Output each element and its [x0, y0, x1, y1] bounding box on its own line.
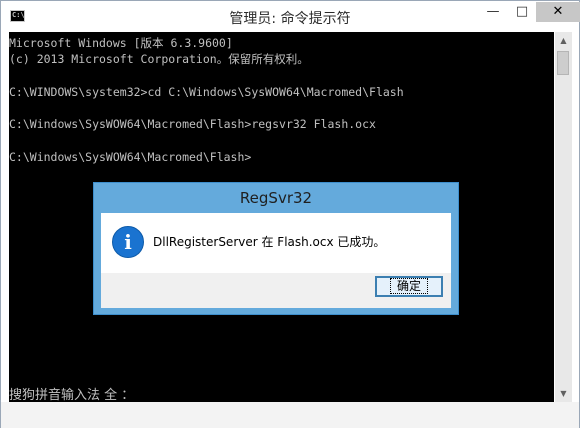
title-bar[interactable]: C:\ 管理员: 命令提示符 — □ ✕	[1, 1, 580, 32]
close-button[interactable]: ✕	[536, 2, 580, 22]
console-line: C:\Windows\SysWOW64\Macromed\Flash>regsv…	[9, 117, 376, 132]
dialog-message: DllRegisterServer 在 Flash.ocx 已成功。	[153, 235, 386, 249]
regsvr32-dialog: RegSvr32 i DllRegisterServer 在 Flash.ocx…	[93, 182, 459, 315]
scroll-up-arrow-icon[interactable]: ▲	[555, 32, 572, 49]
dialog-footer: 确定	[101, 273, 451, 308]
console-prompt: C:\Windows\SysWOW64\Macromed\Flash>	[9, 150, 252, 165]
scroll-down-arrow-icon[interactable]: ▼	[555, 385, 572, 402]
ok-button-label: 确定	[389, 278, 429, 294]
ime-status-bar: 搜狗拼音输入法 全 ：	[9, 388, 135, 402]
dialog-title: RegSvr32	[239, 189, 313, 207]
minimize-button[interactable]: —	[479, 2, 507, 22]
info-icon: i	[112, 226, 144, 258]
vertical-scrollbar[interactable]: ▲ ▼	[555, 32, 572, 402]
scrollbar-thumb[interactable]	[557, 51, 569, 75]
dialog-body: i DllRegisterServer 在 Flash.ocx 已成功。	[101, 213, 451, 273]
maximize-button[interactable]: □	[508, 2, 536, 22]
console-text: Microsoft Windows [版本 6.3.9600] (c) 2013…	[9, 35, 554, 165]
cmd-window: C:\ 管理员: 命令提示符 — □ ✕ Microsoft Windows […	[0, 0, 580, 428]
console-line: C:\WINDOWS\system32>cd C:\Windows\SysWOW…	[9, 84, 404, 99]
window-bottom-border	[1, 402, 579, 428]
console-line: (c) 2013 Microsoft Corporation。保留所有权利。	[9, 52, 309, 67]
console-line: Microsoft Windows [版本 6.3.9600]	[9, 36, 233, 50]
ok-button[interactable]: 确定	[375, 276, 443, 297]
